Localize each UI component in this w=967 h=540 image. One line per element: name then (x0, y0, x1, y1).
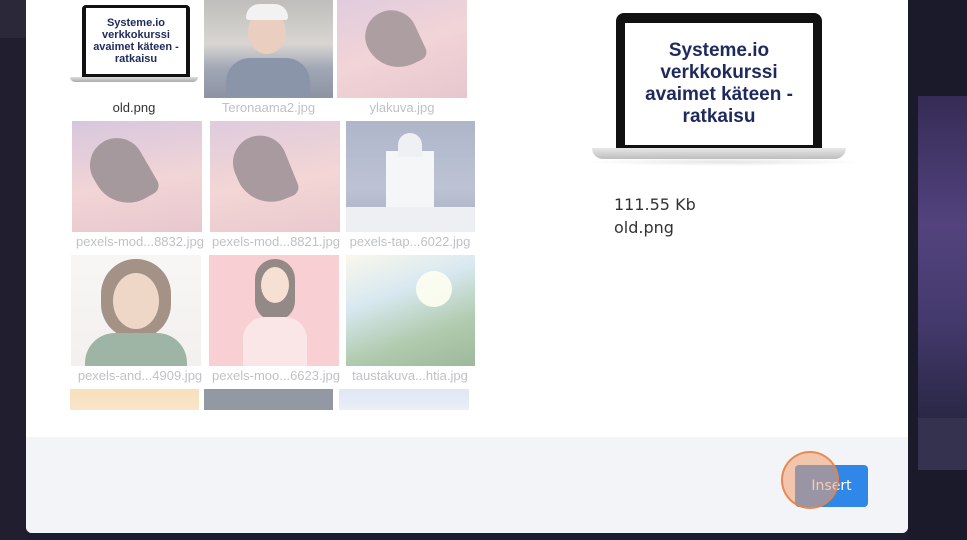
backdrop-right (908, 0, 967, 540)
file-caption: pexels-mod...8832.jpg (76, 234, 204, 249)
thumb-image (337, 0, 467, 98)
thumb-image (204, 389, 333, 410)
modal-footer (26, 437, 908, 533)
thumb-image (209, 255, 339, 366)
backdrop-bar (918, 418, 967, 470)
thumb-image (346, 255, 475, 366)
thumb-image (204, 0, 333, 98)
thumb-image (210, 121, 340, 232)
file-caption: ylakuva.jpg (369, 100, 435, 115)
thumb-image (339, 389, 469, 410)
preview-logo-text: Systeme.io verkkokurssi avaimet käteen -… (645, 40, 793, 127)
file-caption: old.png (112, 100, 156, 115)
file-caption: Teronaama2.jpg (221, 100, 316, 115)
file-name: old.png (614, 218, 674, 237)
thumb-image (72, 121, 202, 232)
file-grid[interactable]: Systeme.io verkkokurssi avaimet käteen -… (70, 0, 532, 410)
insert-button[interactable]: Insert (795, 465, 868, 507)
thumb-image (70, 389, 199, 410)
file-meta: 111.55 Kb old.png (614, 193, 696, 239)
file-caption: pexels-tap...6022.jpg (349, 234, 471, 249)
backdrop-image (918, 96, 967, 418)
media-library-modal: Systeme.io verkkokurssi avaimet käteen -… (26, 0, 908, 533)
thumb-image (346, 121, 475, 232)
backdrop-left (0, 0, 26, 540)
thumb-image (71, 255, 201, 366)
file-size: 111.55 Kb (614, 195, 696, 214)
thumb-logo-text: Systeme.io verkkokurssi avaimet käteen -… (93, 17, 179, 65)
file-caption: pexels-moo...6623.jpg (212, 368, 340, 383)
preview-image: Systeme.io verkkokurssi avaimet käteen -… (616, 13, 822, 151)
file-caption: taustakuva...htia.jpg (352, 368, 468, 383)
file-caption: pexels-and...4909.jpg (77, 368, 203, 383)
file-caption: pexels-mod...8821.jpg (212, 234, 340, 249)
backdrop-top-bar (0, 0, 26, 38)
thumb-image: Systeme.io verkkokurssi avaimet käteen -… (70, 0, 198, 86)
